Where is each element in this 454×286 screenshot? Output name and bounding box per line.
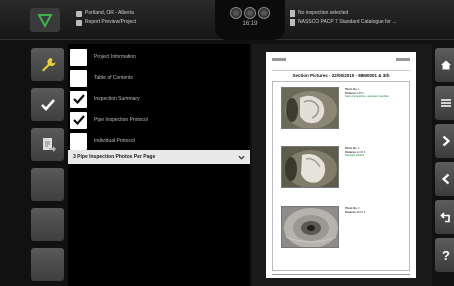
status-dot-icon [258, 7, 270, 19]
option-inspection-summary[interactable]: Inspection Summary [70, 90, 250, 108]
checkbox-checked[interactable] [70, 111, 87, 129]
checklist-button[interactable] [31, 88, 64, 121]
meta-value: 2 [357, 147, 360, 150]
return-button[interactable] [435, 200, 454, 234]
app-logo-button[interactable] [30, 8, 60, 32]
client-logo [396, 58, 410, 61]
meta-key: Photo No. [345, 88, 358, 91]
checkmark-icon [72, 94, 85, 105]
photo-details: Photo No. 2 Distance 12.40 ft Deposits s… [345, 147, 411, 158]
meta-note: Deposits settled [345, 154, 364, 158]
left-sidebar [28, 42, 66, 286]
checkbox[interactable] [70, 48, 87, 66]
page-footer [272, 274, 410, 275]
page-header [272, 57, 410, 71]
meta-value: 3 [357, 207, 360, 210]
export-report-button[interactable] [31, 128, 64, 161]
option-label: Pipe Inspection Protocol [94, 117, 148, 123]
report-mode: Report Preview/Project [85, 19, 137, 25]
report-export-icon [42, 137, 56, 152]
photo-table: Photo No. 1 Distance 0.00 ft Start of in… [272, 81, 410, 271]
checkbox-checked[interactable] [70, 90, 87, 108]
report-page: Section Pictures - 22/05/2010 - 88M0001 … [266, 52, 416, 278]
checkbox[interactable] [70, 69, 87, 87]
option-label: Table of Contents [94, 75, 133, 81]
pipe-photo [281, 87, 339, 129]
report-preview-area[interactable]: Section Pictures - 22/05/2010 - 88M0001 … [252, 44, 432, 286]
photo-details: Photo No. 1 Distance 0.00 ft Start of in… [345, 88, 411, 99]
meta-key: Photo No. [345, 147, 358, 150]
catalogue-icon [290, 19, 295, 26]
chevron-down-icon [238, 155, 245, 160]
help-icon: ? [442, 247, 450, 263]
company-logo [272, 58, 286, 61]
inspection-status: No inspection selected [298, 10, 349, 16]
chevron-right-icon [442, 135, 451, 147]
menu-icon [441, 99, 451, 107]
project-info[interactable]: Portland, OR - Alberta Report Preview/Pr… [76, 9, 136, 27]
meta-key: Distance [345, 210, 356, 214]
option-label: Project Information [94, 54, 136, 60]
document-icon [290, 10, 295, 17]
meta-value: 48.10 ft [356, 210, 366, 214]
option-table-of-contents[interactable]: Table of Contents [70, 69, 250, 87]
inspection-info[interactable]: No inspection selected NASSCO PACP 7 Sta… [290, 9, 396, 27]
top-bar: Portland, OR - Alberta Report Preview/Pr… [0, 0, 454, 40]
pipe-photo [281, 206, 339, 248]
clock: 16:19 [242, 21, 258, 27]
next-button[interactable] [435, 124, 454, 158]
home-icon [441, 60, 451, 70]
checkbox[interactable] [70, 132, 87, 150]
checkmark-icon [40, 98, 55, 111]
home-button[interactable] [435, 48, 454, 82]
page-title: Section Pictures - 22/05/2010 - 88M0001 … [292, 73, 390, 78]
checkmark-icon [72, 115, 85, 126]
wrench-icon [41, 57, 55, 71]
folder-icon [76, 10, 82, 17]
meta-key: Photo No. [345, 207, 358, 210]
previous-button[interactable] [435, 162, 454, 196]
catalogue-name: NASSCO PACP 7 Standard Catalogue for ... [298, 19, 397, 25]
photo-layout-value: 3 Pipe Inspection Photos Per Page [73, 154, 156, 160]
option-label: Individual Protocol [94, 138, 135, 144]
pipe-photo [281, 146, 339, 188]
chevron-left-icon [441, 173, 450, 185]
meta-value: 1 [357, 88, 360, 91]
meta-note: Start of inspection, upstream manhole [345, 95, 389, 99]
project-name: Portland, OR - Alberta [85, 10, 134, 16]
logo-triangle-icon [37, 14, 53, 28]
settings-button[interactable] [31, 48, 64, 81]
photo-details: Photo No. 3 Distance 48.10 ft [345, 207, 411, 214]
empty-slot-button[interactable] [31, 168, 64, 201]
menu-button[interactable] [435, 86, 454, 120]
photo-layout-dropdown[interactable]: 3 Pipe Inspection Photos Per Page [68, 150, 250, 164]
option-individual-protocol[interactable]: Individual Protocol [70, 132, 250, 150]
recording-status: 16:19 [215, 0, 285, 40]
empty-slot-button[interactable] [31, 208, 64, 241]
option-label: Inspection Summary [94, 96, 140, 102]
help-button[interactable]: ? [435, 238, 454, 272]
status-dot-icon [230, 7, 242, 19]
status-dot-icon [244, 7, 256, 19]
empty-slot-button[interactable] [31, 248, 64, 281]
option-project-information[interactable]: Project Information [70, 48, 250, 66]
option-pipe-inspection-protocol[interactable]: Pipe Inspection Protocol [70, 111, 250, 129]
return-arrow-icon [440, 212, 450, 223]
right-navigation: ? [432, 42, 454, 286]
report-options-panel: Project Information Table of Contents In… [68, 44, 250, 286]
report-icon [76, 19, 82, 26]
